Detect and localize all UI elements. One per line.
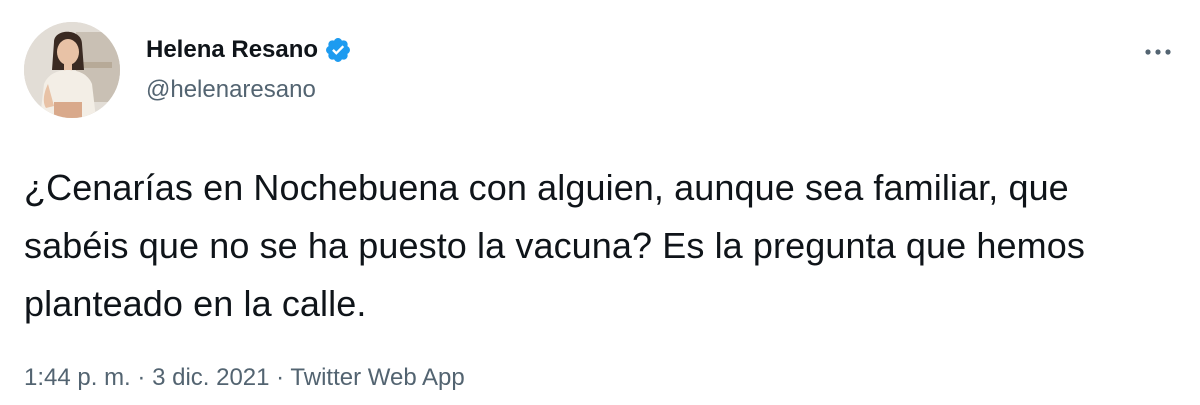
handle[interactable]: @helenaresano [146, 74, 316, 106]
verified-badge-icon [326, 38, 351, 62]
tweet-source[interactable]: Twitter Web App [290, 364, 464, 391]
display-name[interactable]: Helena Resano [146, 34, 318, 66]
tweet-time[interactable]: 1:44 p. m. [24, 364, 131, 391]
meta-separator: · [137, 364, 153, 391]
avatar-image [24, 22, 120, 118]
tweet-date[interactable]: 3 dic. 2021 [152, 364, 269, 391]
meta-separator-2: · [276, 364, 291, 391]
avatar[interactable] [24, 22, 120, 118]
tweet-metadata: 1:44 p. m. · 3 dic. 2021 · Twitter Web A… [24, 362, 465, 394]
more-options-icon[interactable] [1138, 36, 1178, 68]
tweet-text: ¿Cenarías en Nochebuena con alguien, aun… [24, 167, 1085, 324]
name-row: Helena Resano [146, 34, 352, 66]
tweet-card: Helena Resano @helenaresano ¿Cenarías en… [0, 0, 1200, 405]
